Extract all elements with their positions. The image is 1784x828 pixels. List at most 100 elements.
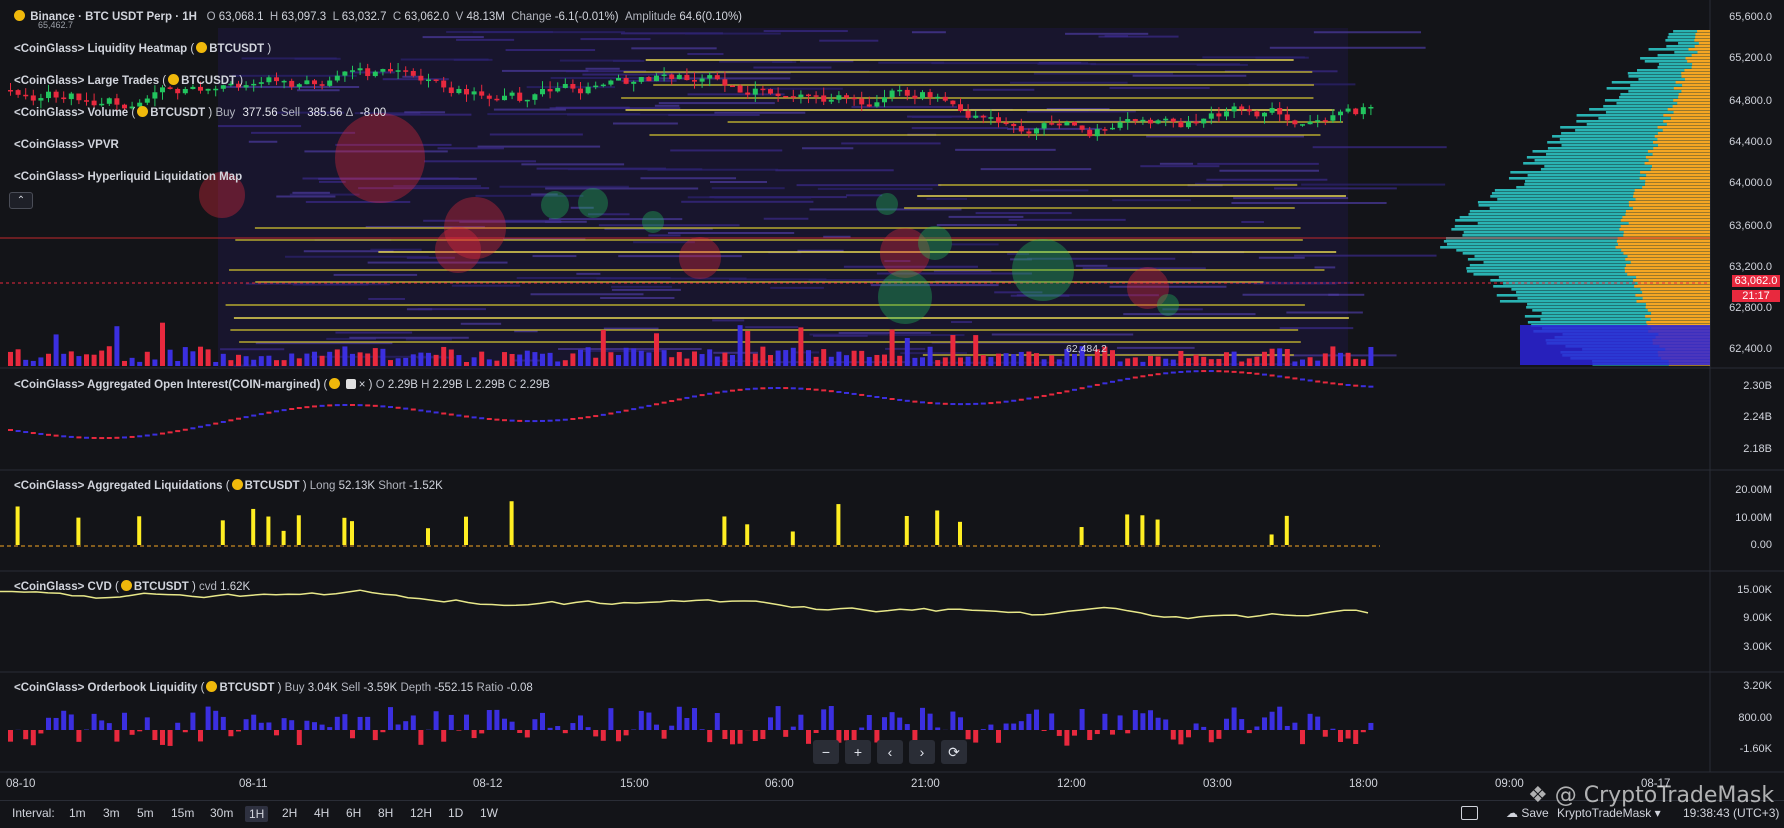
vpvr-bar-buy — [1652, 153, 1710, 156]
liquidation-bar — [464, 516, 468, 545]
heatmap-band — [796, 184, 942, 187]
scroll-right-button[interactable]: › — [909, 740, 935, 764]
indicator-open-interest[interactable]: <CoinGlass> Aggregated Open Interest(COI… — [14, 377, 550, 393]
interval-6h[interactable]: 6H — [346, 806, 361, 820]
orderbook-bar — [904, 724, 910, 730]
volume-bar — [1277, 348, 1283, 366]
volume-bar — [479, 351, 485, 366]
candle-body — [418, 75, 424, 81]
orderbook-bar — [1011, 723, 1017, 730]
volume-bar — [1345, 352, 1351, 366]
orderbook-bar — [1224, 718, 1229, 730]
vpvr-bar-buy — [1667, 108, 1710, 111]
orderbook-bar — [1186, 730, 1191, 738]
volume-bar — [1041, 359, 1047, 366]
indicator-cvd[interactable]: <CoinGlass> CVD (BTCUSDT ) cvd 1.62K — [14, 579, 250, 595]
low-label: L — [332, 11, 339, 23]
volume-bar — [798, 327, 804, 366]
orderbook-bar — [441, 730, 447, 742]
candle-body — [38, 98, 44, 101]
vpvr-bar-buy — [1647, 309, 1710, 312]
heatmap-band — [775, 169, 894, 172]
interval-1m[interactable]: 1m — [69, 806, 86, 820]
vpvr-bar-buy — [1630, 261, 1710, 264]
vpvr-bar-buy — [1621, 249, 1710, 252]
heatmap-band — [532, 255, 577, 258]
interval-8h[interactable]: 8H — [378, 806, 393, 820]
volume-bar — [942, 357, 948, 366]
volume-bar — [486, 359, 492, 366]
orderbook-bar — [38, 730, 44, 734]
volume-bar — [1330, 346, 1336, 366]
indicator-orderbook[interactable]: <CoinGlass> Orderbook Liquidity (BTCUSDT… — [14, 680, 533, 696]
candle-body — [1102, 129, 1108, 131]
scroll-left-button[interactable]: ‹ — [877, 740, 903, 764]
volume-bar — [912, 357, 918, 366]
orderbook-bar — [623, 730, 629, 736]
volume-bar — [920, 357, 925, 366]
reset-chart-button[interactable]: ⟳ — [941, 740, 967, 764]
orderbook-bar — [1307, 713, 1313, 730]
square-icon — [345, 379, 356, 389]
volume-bar — [30, 360, 36, 366]
volume-bar — [1011, 354, 1017, 366]
candle-body — [1277, 108, 1283, 115]
candle-body — [532, 94, 538, 100]
user-menu[interactable]: KryptoTradeMask ▾ — [1557, 806, 1661, 820]
indicator-vpvr[interactable]: <CoinGlass> VPVR — [14, 137, 119, 153]
orderbook-bar — [1117, 715, 1123, 730]
vpvr-bar-buy — [1663, 120, 1710, 123]
save-button[interactable]: ☁ Save — [1506, 806, 1549, 820]
candle-body — [327, 80, 333, 86]
interval-12h[interactable]: 12H — [410, 806, 432, 820]
indicator-volume[interactable]: <CoinGlass> Volume (BTCUSDT ) Buy 377.56… — [14, 105, 386, 121]
time-axis-label: 08-12 — [473, 778, 503, 790]
interval-1d[interactable]: 1D — [448, 806, 463, 820]
vpvr-bar-buy — [1632, 207, 1710, 210]
interval-2h[interactable]: 2H — [282, 806, 297, 820]
collapse-legend-button[interactable]: ⌃ — [9, 192, 33, 209]
volume-bar — [844, 355, 849, 366]
vpvr-bar-buy — [1653, 141, 1710, 144]
candle-body — [958, 104, 963, 111]
liquidation-bar — [15, 506, 20, 545]
vpvr-bar-buy — [1684, 78, 1710, 81]
vpvr-bar-buy — [1697, 30, 1710, 33]
orderbook-bar — [1003, 723, 1009, 730]
volume-bar — [1353, 358, 1359, 366]
short-label: Short — [378, 480, 406, 492]
indicator-heatmap[interactable]: <CoinGlass> Liquidity Heatmap (BTCUSDT ) — [14, 41, 271, 57]
vpvr-bar-buy — [1694, 45, 1710, 48]
orderbook-bar — [380, 730, 386, 733]
interval-1h[interactable]: 1H — [245, 806, 269, 822]
interval-1w[interactable]: 1W — [480, 806, 498, 820]
ob-buy-value: 3.04K — [307, 682, 338, 694]
interval-30m[interactable]: 30m — [210, 806, 233, 820]
candle-body — [289, 80, 295, 87]
indicator-liquidations[interactable]: <CoinGlass> Aggregated Liquidations (BTC… — [14, 478, 443, 494]
indicator-large-trades[interactable]: <CoinGlass> Large Trades (BTCUSDT ) — [14, 73, 243, 89]
orderbook-bar — [1322, 730, 1328, 737]
trade-bubble — [1157, 294, 1179, 316]
candle-body — [388, 69, 393, 72]
interval-15m[interactable]: 15m — [171, 806, 194, 820]
symbol-header[interactable]: Binance · BTC USDT Perp · 1H O 63,068.1 … — [12, 9, 742, 25]
zoom-out-button[interactable]: − — [813, 740, 839, 764]
heatmap-band — [349, 336, 469, 339]
orderbook-bar — [692, 708, 697, 730]
interval-4h[interactable]: 4H — [314, 806, 329, 820]
volume-bar — [182, 347, 188, 366]
interval-3m[interactable]: 3m — [103, 806, 120, 820]
zoom-in-button[interactable]: + — [845, 740, 871, 764]
vpvr-bar-buy — [1681, 72, 1710, 75]
indicator-hyperliquid[interactable]: <CoinGlass> Hyperliquid Liquidation Map — [14, 169, 242, 185]
interval-5m[interactable]: 5m — [137, 806, 154, 820]
heatmap-band — [276, 195, 336, 198]
binance-icon — [231, 479, 243, 490]
heatmap-band — [1075, 264, 1108, 267]
chart-canvas[interactable] — [0, 0, 1784, 828]
candle-body — [205, 88, 211, 91]
orderbook-bar — [1155, 717, 1161, 730]
orderbook-bar — [927, 713, 933, 730]
layout-square-icon[interactable] — [1461, 806, 1478, 820]
